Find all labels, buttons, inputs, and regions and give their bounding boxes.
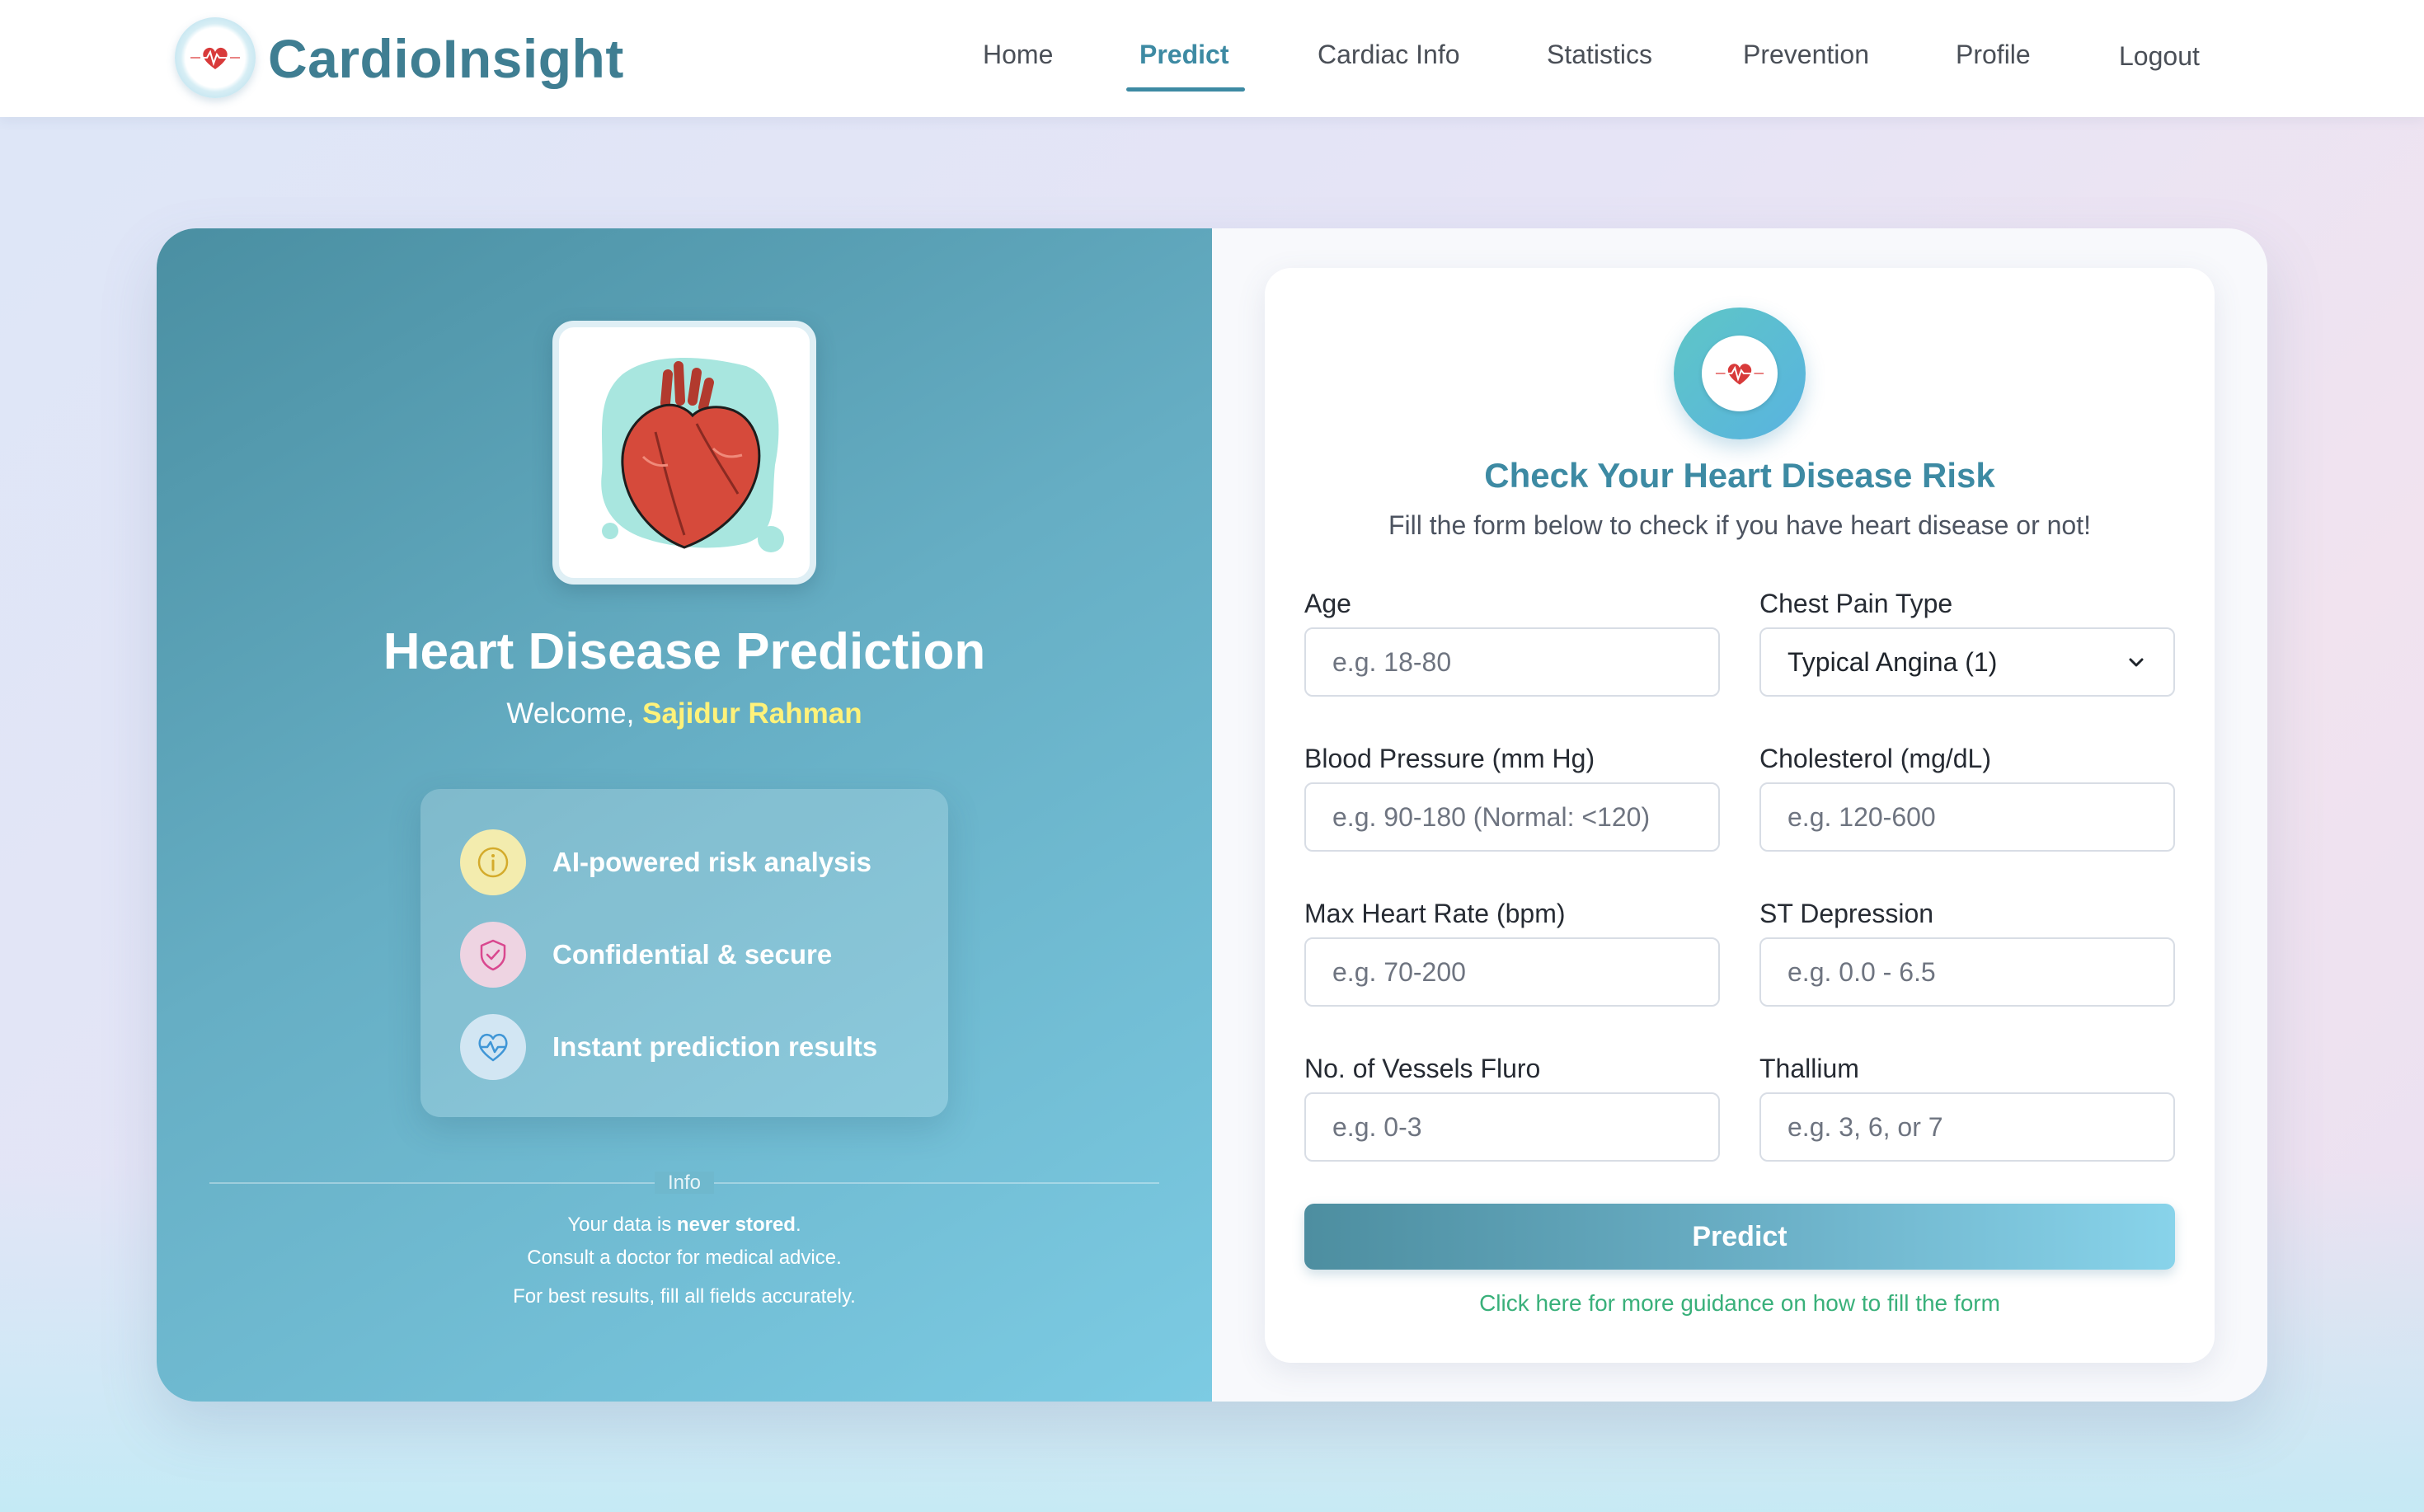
heart-pulse-icon (460, 1014, 526, 1080)
top-navbar: CardioInsight Home Predict Cardiac Info … (0, 0, 2424, 117)
shield-check-icon (460, 922, 526, 988)
feature-text: Instant prediction results (552, 1031, 878, 1062)
chest-pain-value: Typical Angina (1) (1787, 646, 1998, 677)
welcome-prefix: Welcome, (506, 697, 635, 730)
max-heart-rate-label: Max Heart Rate (bpm) (1304, 899, 1566, 928)
st-depression-input[interactable] (1759, 937, 2175, 1007)
heart-illustration (552, 321, 816, 585)
page-title: Heart Disease Prediction (383, 623, 986, 680)
chevron-down-icon (2129, 658, 2144, 667)
brand-logo[interactable] (175, 17, 256, 98)
nav-prevention[interactable]: Prevention (1743, 36, 1869, 73)
blood-pressure-input[interactable] (1304, 782, 1720, 852)
nav-cardiac-info[interactable]: Cardiac Info (1318, 36, 1460, 73)
active-tab-indicator (1126, 87, 1245, 92)
info-line: Your data is never stored. (567, 1214, 801, 1236)
form-logo (1674, 308, 1806, 439)
heart-ecg-icon (190, 47, 240, 69)
features-list: AI-powered risk analysis Confidential & … (420, 789, 948, 1117)
age-input[interactable] (1304, 627, 1720, 697)
chest-pain-label: Chest Pain Type (1759, 589, 1953, 618)
vessels-input[interactable] (1304, 1092, 1720, 1162)
nav-logout[interactable]: Logout (2119, 38, 2200, 74)
blood-pressure-label: Blood Pressure (mm Hg) (1304, 744, 1595, 773)
prediction-card: Heart Disease Prediction Welcome, Sajidu… (157, 228, 2267, 1402)
feature-text: AI-powered risk analysis (552, 847, 871, 877)
st-depression-label: ST Depression (1759, 899, 1934, 928)
feature-item: Instant prediction results (460, 1014, 877, 1080)
form-title: Check Your Heart Disease Risk (1484, 456, 1995, 495)
prediction-form: Check Your Heart Disease Risk Fill the f… (1265, 268, 2215, 1363)
info-line: For best results, fill all fields accura… (513, 1285, 856, 1308)
cholesterol-label: Cholesterol (mg/dL) (1759, 744, 1991, 773)
feature-text: Confidential & secure (552, 939, 833, 970)
anatomical-heart-icon (601, 358, 784, 552)
brand-name[interactable]: CardioInsight (268, 25, 624, 92)
heart-ecg-icon (1715, 364, 1764, 385)
user-name: Sajidur Rahman (642, 697, 862, 730)
nav-statistics[interactable]: Statistics (1547, 36, 1652, 73)
nav-predict[interactable]: Predict (1139, 36, 1228, 73)
form-subtitle: Fill the form below to check if you have… (1388, 510, 2091, 540)
cholesterol-input[interactable] (1759, 782, 2175, 852)
thallium-label: Thallium (1759, 1054, 1859, 1083)
nav-home[interactable]: Home (983, 36, 1053, 73)
thallium-input[interactable] (1759, 1092, 2175, 1162)
feature-item: AI-powered risk analysis (460, 829, 871, 895)
info-panel: Heart Disease Prediction Welcome, Sajidu… (157, 228, 1212, 1402)
predict-button[interactable]: Predict (1304, 1204, 2175, 1270)
chest-pain-select[interactable]: Typical Angina (1) (1759, 627, 2175, 697)
info-line: Consult a doctor for medical advice. (527, 1247, 842, 1269)
vessels-label: No. of Vessels Fluro (1304, 1054, 1541, 1083)
max-heart-rate-input[interactable] (1304, 937, 1720, 1007)
feature-item: Confidential & secure (460, 922, 832, 988)
nav-profile[interactable]: Profile (1956, 36, 2031, 73)
info-label: Info (635, 1169, 734, 1197)
info-icon (460, 829, 526, 895)
age-label: Age (1304, 589, 1351, 618)
guidance-link[interactable]: Click here for more guidance on how to f… (1265, 1287, 2215, 1320)
welcome-message: Welcome, Sajidur Rahman (157, 694, 1212, 734)
